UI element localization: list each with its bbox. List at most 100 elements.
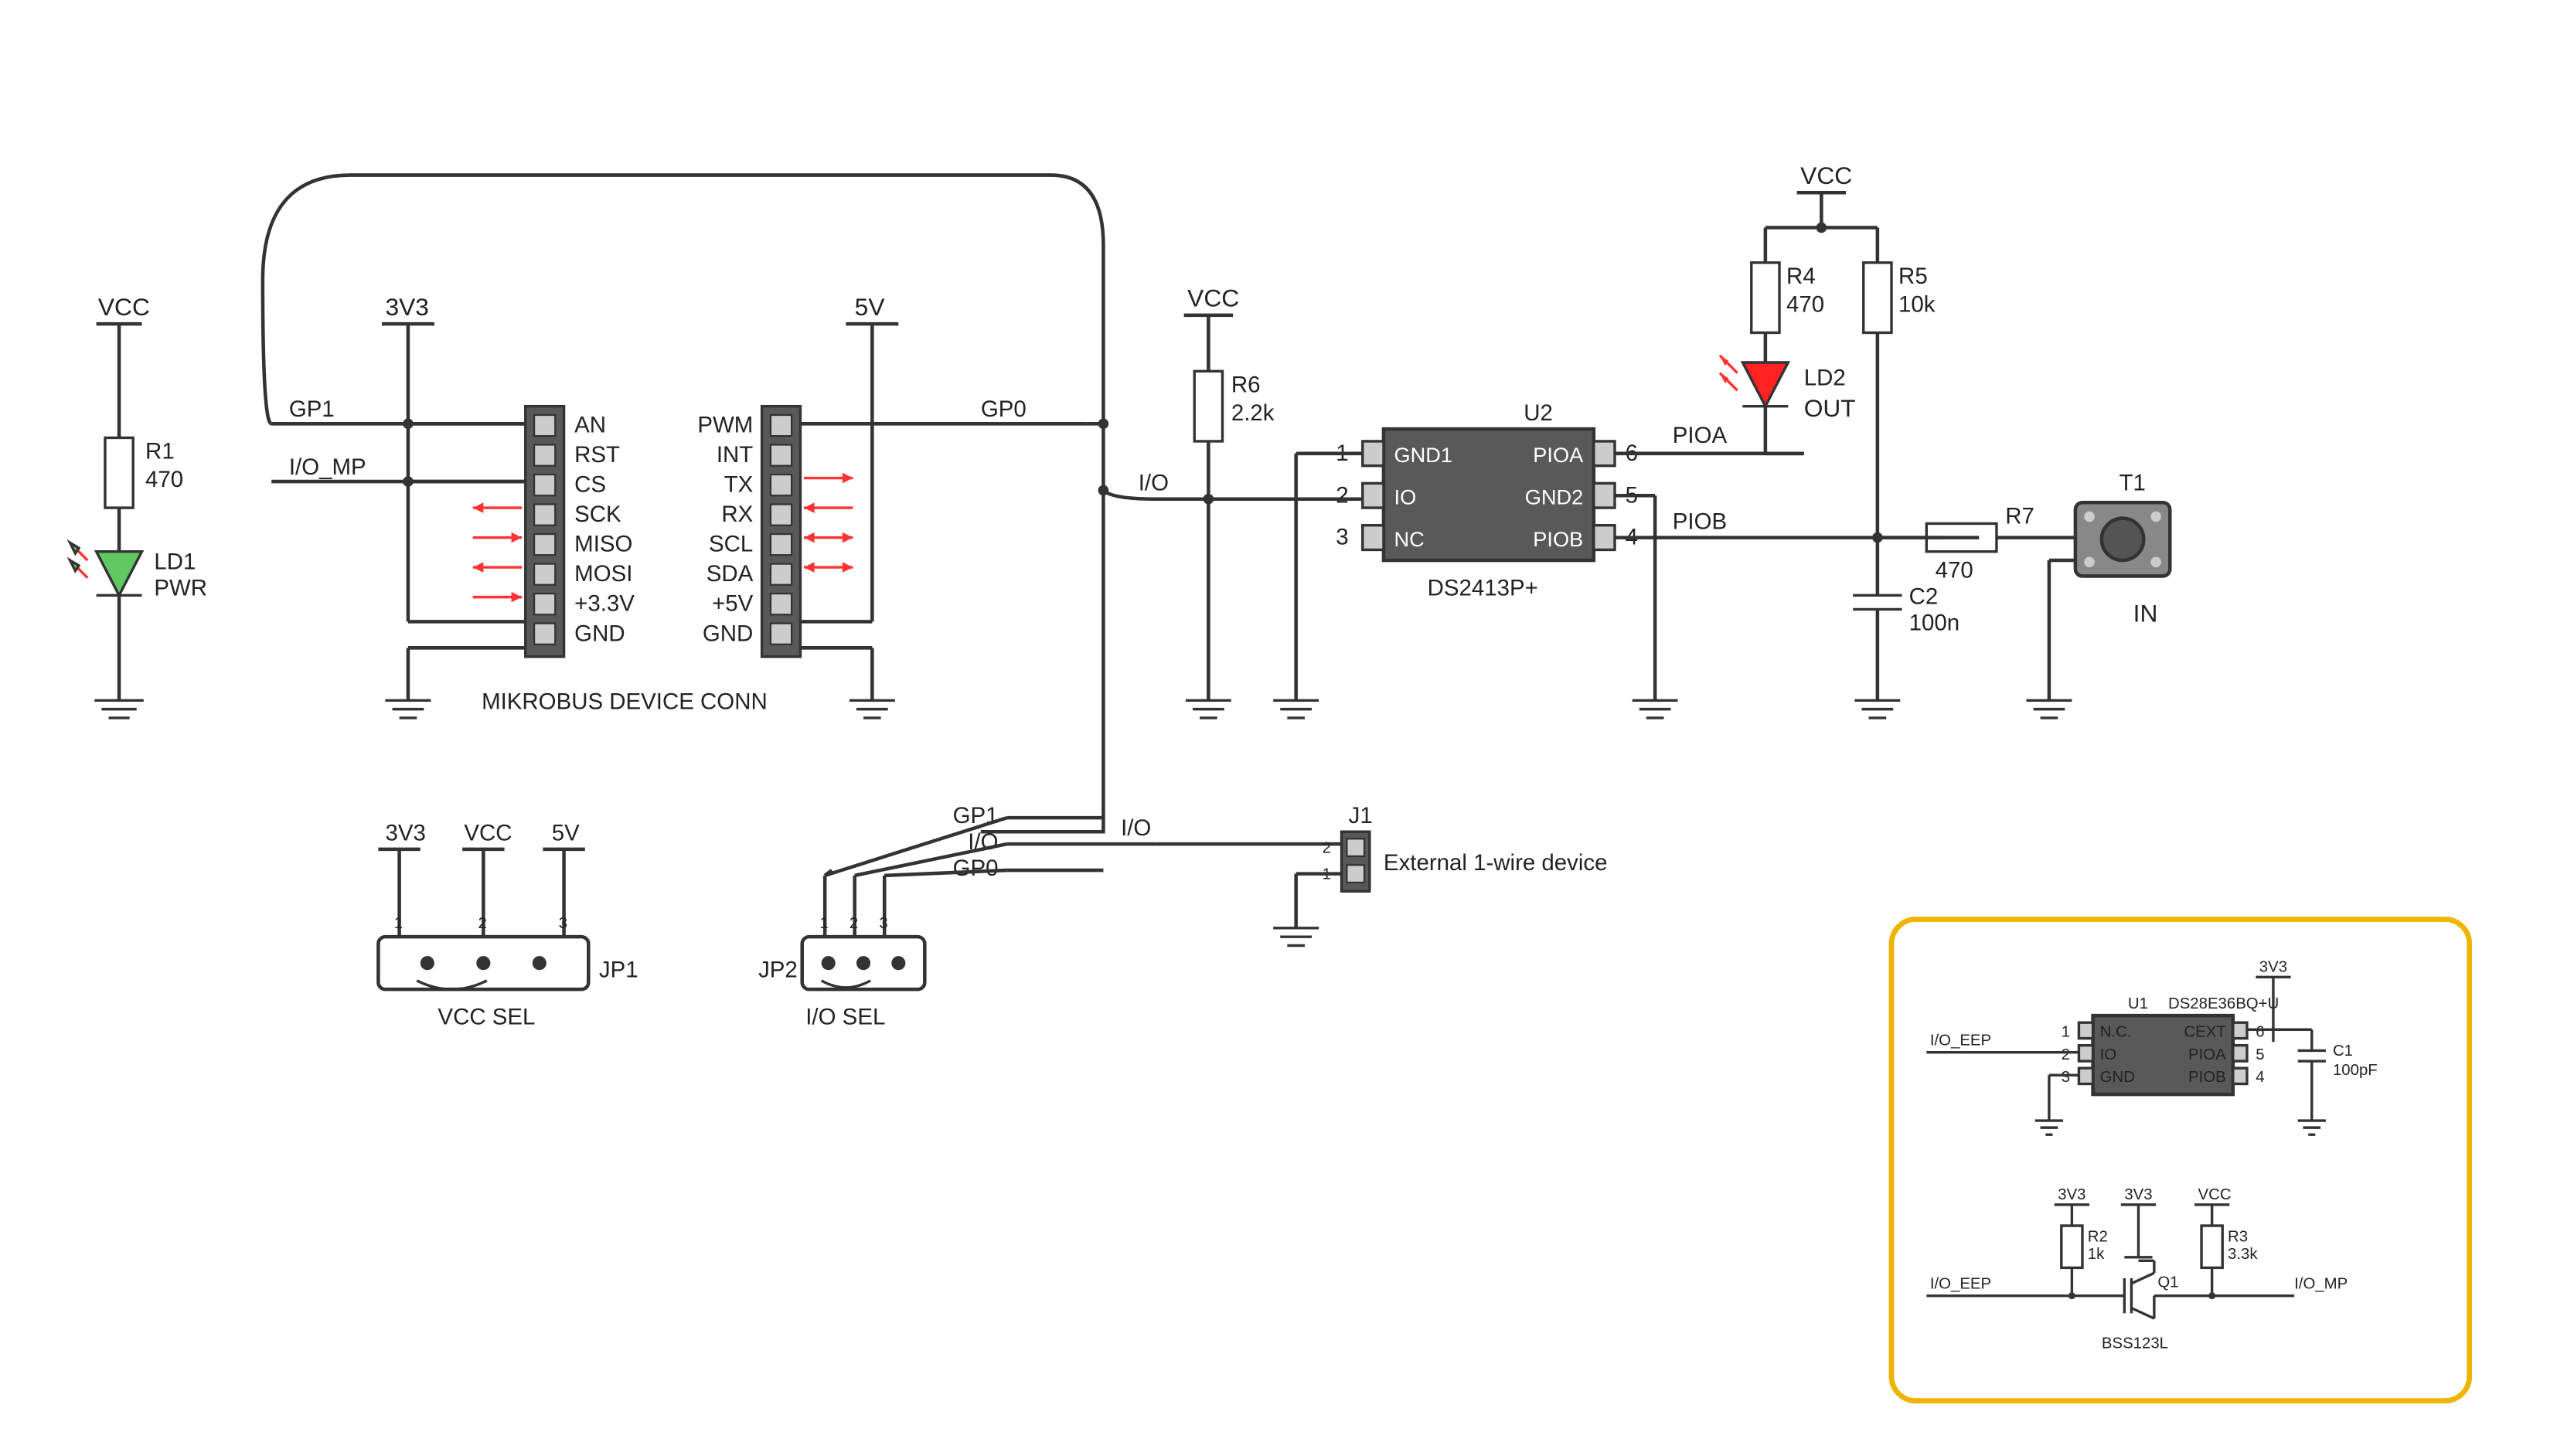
u2-ic: U2 DS2413P+ 1 2 3 6 5 4 GND1 IO NC PIOA … xyxy=(1336,400,1638,601)
gnd-symbol xyxy=(94,700,143,718)
jp1-p2: 2 xyxy=(478,915,487,932)
gp1-net: GP1 xyxy=(289,396,335,422)
pioa-net: PIOA xyxy=(1673,423,1728,448)
jp1-p3: 3 xyxy=(559,915,567,932)
io-mp-net: I/O_MP xyxy=(289,454,366,480)
inset-q1-ref: Q1 xyxy=(2157,1274,2178,1291)
red-arrows-right xyxy=(804,473,853,573)
mikrobus-conn: 3V3 5V GP1 I/O_MP AN RST CS SCK MISO MOS… xyxy=(271,293,1086,718)
t1-button xyxy=(2075,502,2170,576)
c2-val: 100n xyxy=(1909,611,1960,636)
red-arrows-left xyxy=(473,502,522,602)
jp1-ref: JP1 xyxy=(599,957,638,982)
u2-nc: NC xyxy=(1394,527,1425,551)
jp1-l2: VCC xyxy=(464,821,512,846)
inset-mp: I/O_MP xyxy=(2294,1276,2348,1293)
i-p3: 3 xyxy=(2062,1069,2070,1086)
mb-scl: SCL xyxy=(709,532,753,557)
inset-eep2: I/O_EEP xyxy=(1930,1276,1991,1293)
mb-rst: RST xyxy=(574,442,620,468)
i-p1: 1 xyxy=(2062,1023,2070,1040)
5v-label: 5V xyxy=(855,293,886,321)
r5-val: 10k xyxy=(1898,291,1936,317)
jp2-p2: 2 xyxy=(849,915,858,932)
inset-c1-ref: C1 xyxy=(2333,1043,2353,1060)
ld1-ref: LD1 xyxy=(154,549,196,574)
i-p4: 4 xyxy=(2256,1069,2264,1086)
u2-p2: 2 xyxy=(1336,482,1348,508)
j1-ref: J1 xyxy=(1349,803,1373,828)
u2-gnd1: GND1 xyxy=(1394,443,1453,467)
u2-piob: PIOB xyxy=(1533,527,1583,551)
u2-pioa: PIOA xyxy=(1533,443,1584,467)
r1-ref: R1 xyxy=(145,439,175,464)
inset-u1-ref: U1 xyxy=(2128,995,2148,1012)
jp2-name: I/O SEL xyxy=(805,1004,885,1029)
inset-r3-ref: R3 xyxy=(2228,1228,2248,1245)
r6-val: 2.2k xyxy=(1231,400,1275,426)
mb-5v: +5V xyxy=(712,591,754,617)
j1-p2: 2 xyxy=(1323,839,1331,856)
jp2-ref: JP2 xyxy=(758,957,798,982)
r5-ref: R5 xyxy=(1898,264,1928,289)
inset-q1-part: BSS123L xyxy=(2102,1335,2168,1352)
jp1-l3: 5V xyxy=(552,821,580,846)
u2-part: DS2413P+ xyxy=(1428,575,1538,600)
inset-r3-val: 3.3k xyxy=(2228,1246,2258,1263)
t1-name: IN xyxy=(2133,599,2158,627)
jp2-l1: GP1 xyxy=(953,803,999,828)
jp2-p3: 3 xyxy=(879,915,887,932)
i-p6: 6 xyxy=(2256,1023,2264,1040)
jp2-p1: 1 xyxy=(819,915,828,932)
r7-val: 470 xyxy=(1936,558,1973,583)
i-gnd: GND xyxy=(2100,1069,2135,1086)
jp2-l3: GP0 xyxy=(953,856,999,881)
ld1-name: PWR xyxy=(154,575,207,600)
mb-cs: CS xyxy=(574,472,606,498)
jp1-name: VCC SEL xyxy=(438,1004,535,1029)
i-io: IO xyxy=(2100,1046,2117,1063)
vcc-right-label: VCC xyxy=(1800,162,1852,189)
mb-pwm: PWM xyxy=(697,413,753,438)
mb-gnd-l: GND xyxy=(574,621,625,646)
jp1-p1: 1 xyxy=(394,915,403,932)
schematic-canvas: VCC R1 470 LD1 PWR 3V3 5V GP1 I/O_MP AN … xyxy=(0,0,2557,1454)
i-p5: 5 xyxy=(2256,1046,2264,1063)
u2-ref: U2 xyxy=(1524,400,1553,426)
inset-3v3: 3V3 xyxy=(2259,958,2287,975)
r4-val: 470 xyxy=(1786,291,1824,317)
mb-mosi: MOSI xyxy=(574,561,632,587)
jp1: 3V3 VCC 5V 1 2 3 JP1 VCC SEL xyxy=(378,821,638,1030)
vcc-mid-label: VCC xyxy=(1187,284,1239,312)
inset-3v3b: 3V3 xyxy=(2058,1186,2085,1203)
t1-ref: T1 xyxy=(2119,470,2146,495)
inset-3v3c: 3V3 xyxy=(2124,1186,2152,1203)
j1: J1 2 1 External 1-wire device xyxy=(1273,803,1607,946)
c2-ref: C2 xyxy=(1909,584,1939,610)
ld2-ref: LD2 xyxy=(1804,365,1846,390)
inset-vcc: VCC xyxy=(2198,1186,2232,1203)
mb-rx: RX xyxy=(721,502,753,527)
piob-net: PIOB xyxy=(1673,509,1727,534)
3v3-label: 3V3 xyxy=(385,293,428,321)
inset-r2-val: 1k xyxy=(2088,1246,2105,1263)
mb-int: INT xyxy=(717,442,753,468)
r1-val: 470 xyxy=(145,467,183,492)
mb-gnd-r: GND xyxy=(703,621,753,646)
inset: 3V3 U1 DS28E36BQ+U 1 2 3 6 5 4 N.C. IO G… xyxy=(1891,920,2470,1401)
ld2-name: OUT xyxy=(1804,394,1856,422)
mikrobus-title: MIKROBUS DEVICE CONN xyxy=(482,689,768,715)
inset-c1-val: 100pF xyxy=(2333,1062,2378,1079)
mb-tx: TX xyxy=(724,472,754,498)
i-cext: CEXT xyxy=(2184,1023,2225,1040)
vcc-left-label: VCC xyxy=(98,293,150,321)
mb-33v: +3.3V xyxy=(574,591,635,617)
mb-sda: SDA xyxy=(706,561,754,587)
r6-ref: R6 xyxy=(1231,373,1261,398)
u2-io: IO xyxy=(1394,485,1417,509)
r7-ref: R7 xyxy=(2005,503,2034,529)
u2-p3: 3 xyxy=(1336,525,1348,550)
jp2: GP1 I/O GP0 I/O 1 2 3 JP2 I/O SEL xyxy=(758,803,1331,1030)
vcc-left-block: VCC R1 470 LD1 PWR xyxy=(70,293,207,718)
i-pioa: PIOA xyxy=(2188,1046,2226,1063)
